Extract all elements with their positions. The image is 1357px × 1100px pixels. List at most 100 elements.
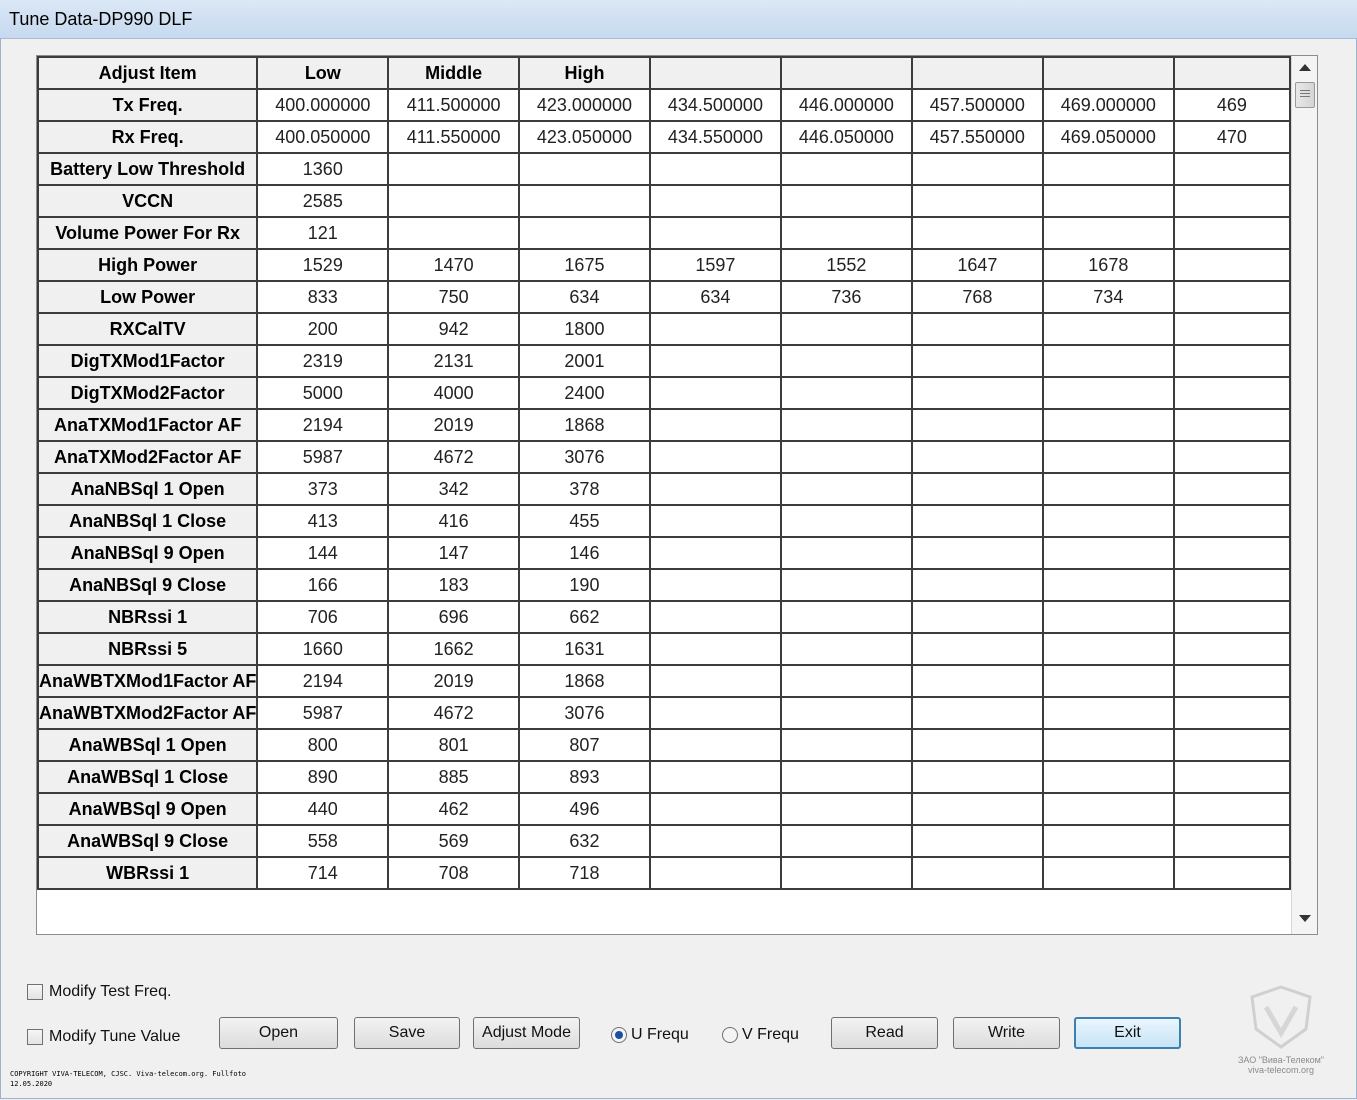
grid-cell[interactable] [779,152,913,186]
grid-cell[interactable] [648,344,782,378]
grid-cell[interactable]: 2400 [517,376,651,410]
grid-cell[interactable]: 734 [1041,280,1175,314]
grid-cell[interactable] [648,504,782,538]
grid-cell[interactable]: 1529 [256,248,390,282]
grid-cell[interactable] [910,792,1044,826]
u-frequ-radio[interactable]: U Frequ [611,1026,689,1044]
grid-cell[interactable] [779,792,913,826]
scroll-thumb[interactable] [1295,82,1315,108]
grid-cell[interactable] [1172,600,1291,634]
row-header[interactable]: AnaWBSql 9 Open [37,792,259,826]
grid-cell[interactable]: 807 [517,728,651,762]
grid-cell[interactable] [779,312,913,346]
row-header[interactable]: AnaNBSql 1 Close [37,504,259,538]
row-header[interactable]: DigTXMod1Factor [37,344,259,378]
column-header[interactable] [779,56,913,90]
grid-cell[interactable]: 1470 [387,248,520,282]
grid-cell[interactable]: 434.550000 [648,120,782,154]
grid-cell[interactable] [910,312,1044,346]
grid-cell[interactable]: 1360 [256,152,390,186]
grid-cell[interactable]: 413 [256,504,390,538]
grid-cell[interactable] [648,824,782,858]
radio-unselected-icon[interactable] [722,1027,738,1043]
grid-cell[interactable] [1041,728,1175,762]
grid-cell[interactable] [1041,408,1175,442]
grid-cell[interactable] [1041,824,1175,858]
grid-cell[interactable]: 496 [517,792,651,826]
grid-cell[interactable]: 200 [256,312,390,346]
grid-cell[interactable]: 446.000000 [779,88,913,122]
grid-cell[interactable]: 400.050000 [256,120,390,154]
grid-cell[interactable]: 1662 [387,632,520,666]
grid-cell[interactable] [779,568,913,602]
grid-cell[interactable]: 708 [387,856,520,890]
grid-cell[interactable] [648,696,782,730]
grid-cell[interactable]: 470 [1172,120,1291,154]
grid-cell[interactable] [910,760,1044,794]
grid-cell[interactable]: 634 [517,280,651,314]
checkbox-icon[interactable] [27,984,43,1000]
grid-cell[interactable] [779,344,913,378]
grid-cell[interactable]: 696 [387,600,520,634]
grid-cell[interactable] [1041,696,1175,730]
grid-cell[interactable]: 121 [256,216,390,250]
grid-cell[interactable]: 2019 [387,408,520,442]
grid-cell[interactable]: 4000 [387,376,520,410]
grid-cell[interactable] [910,472,1044,506]
open-button[interactable]: Open [219,1017,338,1049]
grid-cell[interactable] [1172,696,1291,730]
adjust-mode-button[interactable]: Adjust Mode [473,1017,580,1049]
grid-cell[interactable] [648,408,782,442]
grid-cell[interactable] [779,184,913,218]
grid-cell[interactable] [779,760,913,794]
row-header[interactable]: AnaNBSql 9 Open [37,536,259,570]
grid-cell[interactable] [779,408,913,442]
grid-cell[interactable] [910,568,1044,602]
grid-cell[interactable] [1041,344,1175,378]
grid-cell[interactable] [779,376,913,410]
grid-cell[interactable]: 5000 [256,376,390,410]
grid-cell[interactable] [1041,504,1175,538]
v-frequ-radio[interactable]: V Frequ [722,1026,799,1044]
grid-cell[interactable] [779,728,913,762]
modify-tune-value-checkbox[interactable]: Modify Tune Value [27,1028,180,1046]
grid-cell[interactable]: 411.500000 [387,88,520,122]
grid-cell[interactable] [910,376,1044,410]
grid-cell[interactable] [387,184,520,218]
column-header[interactable] [910,56,1044,90]
grid-cell[interactable] [1172,344,1291,378]
column-header[interactable]: Low [256,56,390,90]
grid-cell[interactable] [779,472,913,506]
grid-cell[interactable] [1172,792,1291,826]
grid-cell[interactable] [1041,152,1175,186]
grid-cell[interactable] [1172,664,1291,698]
write-button[interactable]: Write [953,1017,1060,1049]
grid-cell[interactable] [1172,184,1291,218]
grid-cell[interactable]: 423.050000 [517,120,651,154]
grid-cell[interactable]: 457.500000 [910,88,1044,122]
grid-cell[interactable] [648,376,782,410]
grid-cell[interactable] [1172,568,1291,602]
grid-cell[interactable]: 2019 [387,664,520,698]
grid-cell[interactable] [1041,536,1175,570]
grid-cell[interactable] [1041,568,1175,602]
grid-cell[interactable] [1041,184,1175,218]
read-button[interactable]: Read [831,1017,938,1049]
grid-cell[interactable]: 1631 [517,632,651,666]
row-header[interactable]: AnaWBTXMod2Factor AF [37,696,259,730]
grid-cell[interactable] [1172,824,1291,858]
grid-cell[interactable]: 469.000000 [1041,88,1175,122]
row-header[interactable]: DigTXMod2Factor [37,376,259,410]
grid-cell[interactable]: 183 [387,568,520,602]
grid-cell[interactable]: 718 [517,856,651,890]
grid-cell[interactable] [648,184,782,218]
grid-cell[interactable]: 416 [387,504,520,538]
grid-cell[interactable] [648,760,782,794]
row-header[interactable]: AnaTXMod1Factor AF [37,408,259,442]
vertical-scrollbar[interactable] [1291,56,1317,934]
grid-cell[interactable] [910,664,1044,698]
grid-cell[interactable]: 147 [387,536,520,570]
grid-cell[interactable] [1041,376,1175,410]
grid-cell[interactable]: 423.000000 [517,88,651,122]
grid-cell[interactable]: 2585 [256,184,390,218]
